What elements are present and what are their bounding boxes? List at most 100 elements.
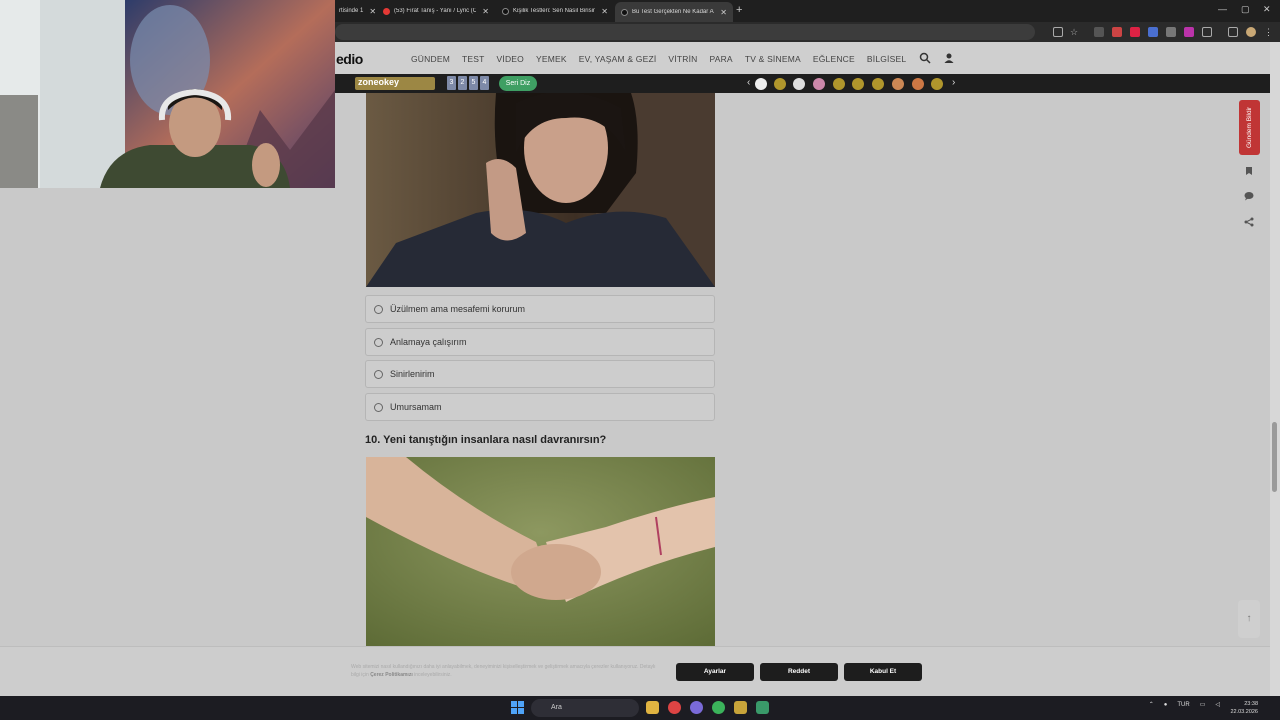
extension-icon[interactable] (1130, 27, 1140, 37)
site-logo[interactable]: edio (336, 51, 363, 67)
emoji-icon[interactable] (912, 78, 924, 90)
question-image (366, 93, 715, 287)
cookie-settings-button[interactable]: Ayarlar (676, 663, 754, 681)
option-label: Anlamaya çalışırım (390, 337, 467, 347)
windows-start-icon[interactable] (511, 701, 524, 714)
scroll-to-top-button[interactable]: ↑ (1238, 600, 1260, 638)
zoneokey-banner[interactable]: zoneokey (355, 77, 435, 90)
gundem-bildir-button[interactable]: Gündem Bildir (1239, 100, 1260, 155)
answer-option[interactable]: Sinirlenirim (365, 360, 715, 388)
radio-button[interactable] (374, 369, 383, 379)
search-icon[interactable] (919, 52, 931, 64)
discord-icon[interactable] (690, 701, 703, 714)
scrollbar-thumb[interactable] (1272, 422, 1277, 492)
browser-tab[interactable]: (53) Fırat Tanış - Yanı / Lyric (Offi ✕ (377, 3, 495, 19)
prev-arrow-icon[interactable]: ‹ (747, 77, 750, 88)
browser-tab[interactable]: rtisinde 1 ✕ (333, 3, 377, 19)
question-image (366, 457, 715, 646)
new-tab-button[interactable]: + (736, 4, 742, 16)
avatar[interactable] (1246, 27, 1256, 37)
next-arrow-icon[interactable]: › (952, 77, 955, 88)
extension-icon[interactable] (1184, 27, 1194, 37)
nav-gundem[interactable]: GÜNDEM (411, 54, 450, 64)
extension-icon[interactable] (1148, 27, 1158, 37)
volume-icon[interactable]: ◁ (1215, 701, 1220, 708)
nav-tv-sinema[interactable]: TV & SİNEMA (745, 54, 801, 64)
chrome-icon[interactable] (668, 701, 681, 714)
comment-icon[interactable] (1244, 191, 1254, 201)
taskbar-clock[interactable]: 23:38 22.03.2026 (1230, 700, 1258, 716)
browser-tab[interactable]: Kişilik Testleri: Sen Nasıl Birisin? ✕ (496, 3, 614, 19)
downloads-icon[interactable] (1228, 27, 1238, 37)
share-icon[interactable] (1244, 217, 1254, 227)
cookie-policy-link[interactable]: Çerez Politikamızı (370, 672, 413, 678)
close-window-button[interactable]: ✕ (1263, 4, 1271, 15)
close-icon[interactable]: ✕ (601, 7, 608, 16)
language-indicator[interactable]: TUR (1177, 702, 1189, 708)
nav-para[interactable]: PARA (709, 54, 732, 64)
cookie-text: Web sitemizi nasıl kullandığınızı daha i… (351, 663, 661, 679)
network-icon[interactable]: ▭ (1200, 701, 1206, 708)
cast-icon[interactable] (1053, 27, 1063, 37)
question-title: 10. Yeni tanıştığın insanlara nasıl davr… (365, 434, 607, 446)
nav-bilgisel[interactable]: BİLGİSEL (867, 54, 906, 64)
answer-option[interactable]: Üzülmem ama mesafemi korurum (365, 295, 715, 323)
browser-tab-active[interactable]: Bu Test Gerçekten Ne Kadar Az ✕ (615, 2, 733, 22)
close-icon[interactable]: ✕ (720, 8, 727, 17)
page-scrollbar[interactable] (1270, 42, 1280, 696)
emoji-icon[interactable] (813, 78, 825, 90)
site-favicon-icon (502, 7, 509, 15)
nav-eglence[interactable]: EĞLENCE (813, 54, 855, 64)
cookie-text-end: inceleyebilirsiniz. (414, 672, 452, 678)
app-icon[interactable] (756, 701, 769, 714)
seri-diz-button[interactable]: Seri Diz (499, 76, 537, 91)
menu-icon[interactable]: ⋮ (1264, 27, 1274, 37)
extension-icon[interactable] (1094, 27, 1104, 37)
emoji-icon[interactable] (872, 78, 884, 90)
answer-option[interactable]: Anlamaya çalışırım (365, 328, 715, 356)
ok-emoji-icon[interactable] (755, 78, 767, 90)
minimize-button[interactable]: — (1218, 4, 1227, 14)
app-icon[interactable] (734, 701, 747, 714)
extension-icon[interactable] (1166, 27, 1176, 37)
emoji-icon[interactable] (892, 78, 904, 90)
bookmark-icon[interactable] (1244, 166, 1254, 176)
number-tile: 2 (458, 76, 467, 90)
taskbar-search-input[interactable]: Ara (531, 699, 639, 717)
bookmark-star-icon[interactable]: ☆ (1069, 27, 1079, 37)
chevron-up-icon[interactable]: ⌃ (1149, 701, 1154, 708)
file-explorer-icon[interactable] (646, 701, 659, 714)
puzzle-icon[interactable] (1202, 27, 1212, 37)
cookie-accept-button[interactable]: Kabul Et (844, 663, 922, 681)
answer-option[interactable]: Umursamam (365, 393, 715, 421)
tab-label: (53) Fırat Tanış - Yanı / Lyric (Offi (394, 8, 477, 14)
close-icon[interactable]: ✕ (482, 7, 489, 16)
clock-date: 22.03.2026 (1230, 709, 1258, 715)
microphone-icon[interactable]: ● (1164, 702, 1168, 708)
close-icon[interactable]: ✕ (369, 7, 376, 16)
radio-button[interactable] (374, 402, 383, 412)
emoji-icon[interactable] (931, 78, 943, 90)
gundem-label: Gündem Bildir (1246, 106, 1253, 148)
number-tile: 3 (447, 76, 456, 90)
emoji-icon[interactable] (793, 78, 805, 90)
radio-button[interactable] (374, 304, 383, 314)
emoji-icon[interactable] (852, 78, 864, 90)
radio-button[interactable] (374, 337, 383, 347)
emoji-icon[interactable] (774, 78, 786, 90)
number-tile: 5 (469, 76, 478, 90)
cookie-reject-button[interactable]: Reddet (760, 663, 838, 681)
address-bar[interactable] (335, 24, 1035, 40)
option-label: Üzülmem ama mesafemi korurum (390, 304, 526, 314)
emoji-icon[interactable] (833, 78, 845, 90)
nav-ev-yasam-gezi[interactable]: EV, YAŞAM & GEZİ (579, 54, 657, 64)
maximize-button[interactable]: ▢ (1241, 4, 1250, 15)
extension-icon[interactable] (1112, 27, 1122, 37)
nav-vitrin[interactable]: VİTRİN (668, 54, 697, 64)
spotify-icon[interactable] (712, 701, 725, 714)
user-icon[interactable] (943, 52, 955, 64)
nav-yemek[interactable]: YEMEK (536, 54, 567, 64)
cookie-consent-bar: Web sitemizi nasıl kullandığınızı daha i… (0, 646, 1270, 696)
nav-test[interactable]: TEST (462, 54, 485, 64)
nav-video[interactable]: VİDEO (497, 54, 524, 64)
